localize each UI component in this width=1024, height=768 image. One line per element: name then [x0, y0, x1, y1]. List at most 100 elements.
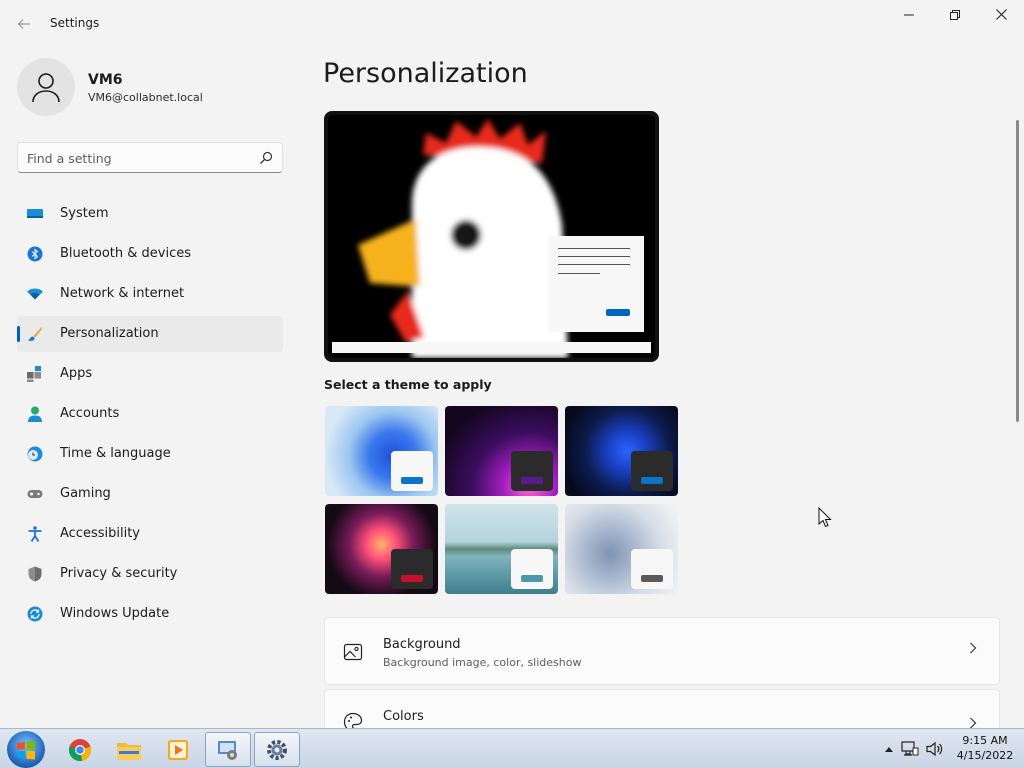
sidebar-item-label: Gaming [60, 486, 111, 501]
sidebar-item-apps[interactable]: Apps [17, 356, 283, 392]
sidebar-item-label: Time & language [60, 446, 171, 461]
show-hidden-icons-icon[interactable] [884, 745, 894, 753]
theme-accent-bar [641, 575, 663, 582]
page-title: Personalization [323, 58, 528, 89]
brush-icon [28, 327, 42, 341]
sidebar-item-label: Network & internet [60, 286, 185, 301]
app-title: Settings [50, 16, 100, 30]
title-bar: Settings [0, 0, 1024, 48]
clock-globe-icon [27, 446, 43, 462]
preview-window [548, 236, 644, 332]
sidebar-item-label: Windows Update [60, 606, 170, 621]
sidebar-item-bluetooth[interactable]: Bluetooth & devices [17, 236, 283, 272]
sidebar-item-label: Accessibility [60, 526, 140, 541]
apps-icon [27, 366, 41, 382]
sidebar-item-accessibility[interactable]: Accessibility [17, 516, 283, 552]
theme-accent-bar [641, 477, 663, 484]
person-icon [28, 406, 42, 422]
theme-accent-bar [521, 477, 543, 484]
avatar[interactable] [17, 58, 75, 116]
clock-date: 4/15/2022 [956, 749, 1014, 762]
search-input[interactable] [27, 149, 247, 167]
theme-chip [391, 549, 433, 589]
theme-preview [324, 111, 659, 362]
picture-icon [343, 643, 363, 661]
sidebar-item-accounts[interactable]: Accounts [17, 396, 283, 432]
taskbar: 9:15 AM 4/15/2022 [0, 728, 1024, 768]
profile-name: VM6 [88, 72, 123, 88]
colors-setting-card[interactable]: Colors [324, 689, 1000, 728]
chrome-icon [68, 738, 92, 761]
wifi-icon [27, 288, 43, 300]
preview-taskbar [332, 342, 651, 353]
sidebar-item-label: Privacy & security [60, 566, 178, 581]
gamepad-icon [27, 490, 43, 498]
sidebar-item-personalization[interactable]: Personalization [17, 316, 283, 352]
bluetooth-icon [27, 246, 43, 262]
scrollbar-thumb[interactable] [1016, 120, 1019, 422]
theme-captured-motion[interactable] [325, 504, 438, 594]
preview-line [558, 256, 630, 257]
sidebar-item-time-language[interactable]: Time & language [17, 436, 283, 472]
theme-glow[interactable] [445, 406, 558, 496]
sidebar-item-windows-update[interactable]: Windows Update [17, 596, 283, 632]
theme-section-heading: Select a theme to apply [324, 377, 492, 392]
sidebar-nav: System Bluetooth & devices Network & int… [17, 196, 283, 636]
close-button[interactable] [978, 4, 1024, 30]
start-button[interactable] [7, 731, 45, 768]
restore-icon [950, 10, 960, 20]
back-button[interactable] [12, 12, 36, 36]
back-arrow-icon [17, 19, 30, 29]
sidebar-item-label: Personalization [60, 326, 159, 341]
start-orb-icon [17, 740, 35, 759]
sidebar-item-system[interactable]: System [17, 196, 283, 232]
taskbar-settings[interactable] [254, 732, 300, 767]
volume-icon[interactable] [926, 741, 944, 757]
system-tray [884, 738, 944, 760]
taskbar-file-explorer[interactable] [106, 732, 152, 767]
clock-time: 9:15 AM [962, 734, 1008, 747]
preview-button [606, 309, 630, 316]
taskbar-clock[interactable]: 9:15 AM 4/15/2022 [950, 733, 1020, 763]
accessibility-icon [28, 526, 42, 542]
profile-email: VM6@collabnet.local [88, 91, 203, 104]
settings-gear-icon [267, 739, 287, 760]
theme-chip [631, 451, 673, 491]
network-icon[interactable] [901, 741, 919, 757]
preview-desktop [328, 115, 655, 358]
mouse-cursor-icon [818, 507, 832, 528]
minimize-icon [904, 14, 914, 16]
person-icon [32, 73, 60, 103]
preview-line [558, 248, 630, 249]
palette-icon [343, 712, 363, 728]
taskbar-remote-desktop[interactable] [205, 732, 251, 767]
sidebar-item-label: Accounts [60, 406, 120, 421]
taskbar-media-player[interactable] [155, 732, 201, 767]
preview-line [558, 264, 630, 265]
sidebar-item-label: System [60, 206, 109, 221]
search-box[interactable] [17, 142, 283, 173]
theme-windows-dark[interactable] [565, 406, 678, 496]
chevron-right-icon [969, 717, 977, 728]
theme-windows-light[interactable] [325, 406, 438, 496]
theme-flow[interactable] [565, 504, 678, 594]
theme-grid [325, 406, 685, 596]
sidebar-item-label: Apps [60, 366, 93, 381]
taskbar-chrome[interactable] [57, 732, 103, 767]
card-title: Background [383, 637, 461, 652]
media-player-icon [168, 739, 188, 760]
preview-line [558, 273, 600, 274]
minimize-button[interactable] [886, 4, 932, 30]
restore-button[interactable] [932, 4, 978, 30]
sidebar-item-privacy-security[interactable]: Privacy & security [17, 556, 283, 592]
background-setting-card[interactable]: Background Background image, color, slid… [324, 617, 1000, 685]
close-icon [995, 9, 1007, 20]
sidebar-item-network[interactable]: Network & internet [17, 276, 283, 312]
update-icon [27, 606, 43, 622]
search-icon[interactable] [258, 150, 274, 166]
sidebar-item-gaming[interactable]: Gaming [17, 476, 283, 512]
theme-sunrise-lake[interactable] [445, 504, 558, 594]
remote-desktop-icon [218, 740, 237, 760]
theme-chip [511, 451, 553, 491]
shield-icon [28, 566, 42, 582]
